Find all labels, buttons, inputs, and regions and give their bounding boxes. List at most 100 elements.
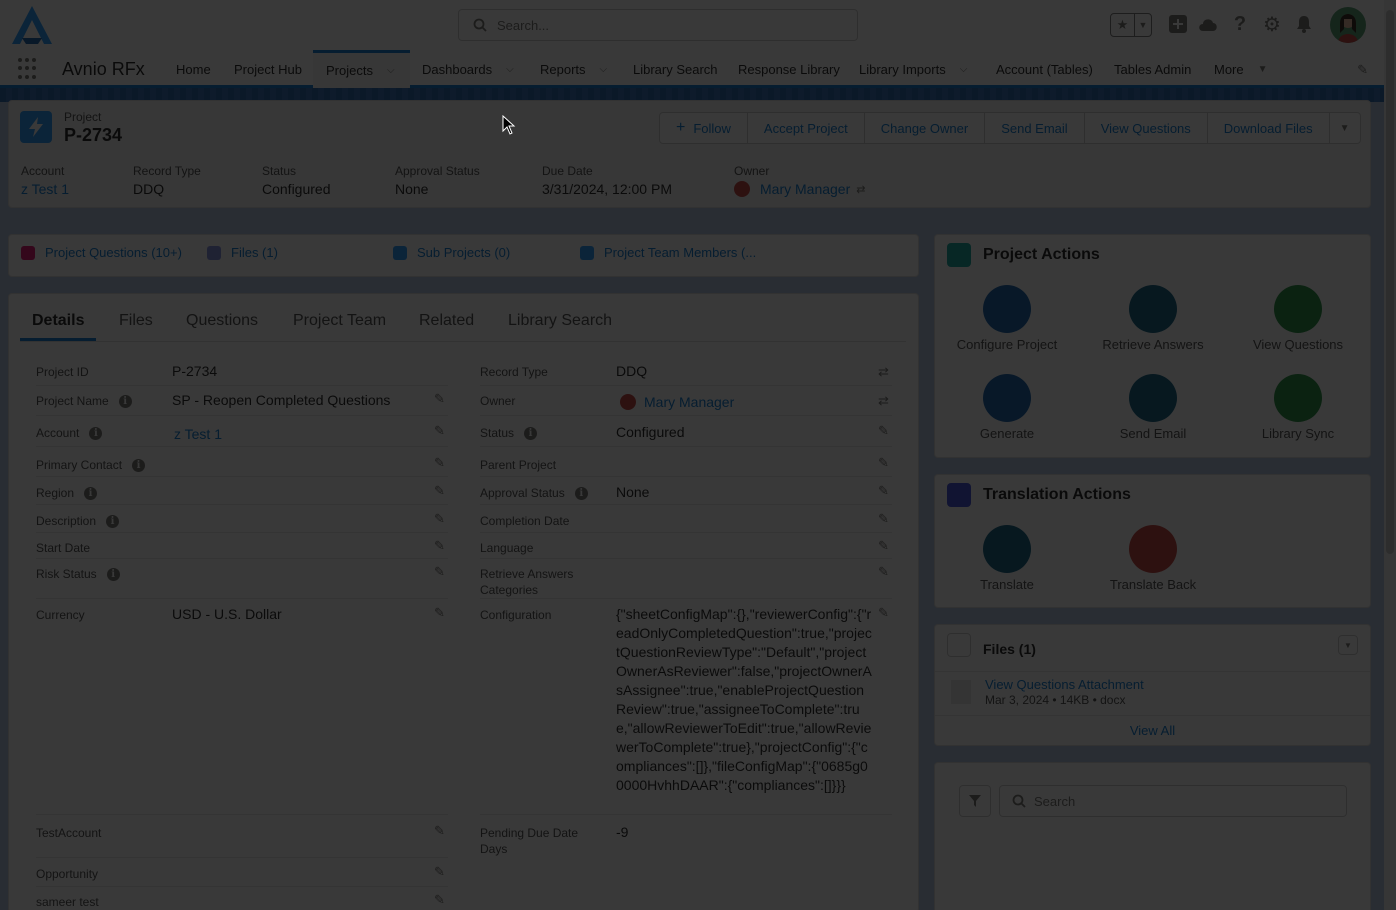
edit-pencil-icon[interactable]: ✎ — [434, 605, 446, 620]
edit-pencil-icon[interactable]: ✎ — [434, 423, 446, 438]
info-icon[interactable]: i — [89, 426, 103, 440]
notification-bell-icon[interactable] — [1292, 12, 1316, 36]
quick-link-files[interactable]: Files (1) — [207, 245, 278, 260]
field-label-description: Description i — [36, 514, 120, 528]
change-record-type-icon[interactable]: ⇄ — [878, 364, 890, 379]
nav-item-dashboards[interactable]: Dashboards ⌵ — [422, 50, 514, 88]
avnio-logo[interactable] — [8, 4, 56, 46]
info-icon[interactable]: i — [106, 514, 120, 528]
info-icon[interactable]: i — [132, 458, 146, 472]
change-owner-button[interactable]: Change Owner — [865, 113, 986, 143]
more-actions-dropdown[interactable]: ▼ — [1330, 113, 1360, 143]
edit-pencil-icon[interactable]: ✎ — [434, 864, 446, 879]
edit-pencil-icon[interactable]: ✎ — [878, 483, 890, 498]
global-search-input[interactable]: Search... — [458, 9, 858, 41]
edit-pencil-icon[interactable]: ✎ — [878, 511, 890, 526]
nav-item-reports[interactable]: Reports ⌵ — [540, 50, 607, 88]
generate-action[interactable]: Generate — [937, 374, 1077, 441]
nav-item-project-hub[interactable]: Project Hub — [234, 50, 302, 88]
tab-library-search[interactable]: Library Search — [508, 312, 612, 330]
info-icon[interactable]: i — [524, 426, 538, 440]
help-icon[interactable]: ? — [1228, 12, 1252, 36]
quick-link-project-team-members[interactable]: Project Team Members (... — [580, 245, 756, 260]
nav-item-library-imports[interactable]: Library Imports ⌵ — [859, 50, 967, 88]
view-questions-button[interactable]: View Questions — [1085, 113, 1208, 143]
tab-project-team[interactable]: Project Team — [293, 312, 386, 330]
tab-questions[interactable]: Questions — [186, 312, 258, 330]
change-owner-icon[interactable]: ⇄ — [856, 183, 865, 196]
configure-project-action[interactable]: Configure Project — [937, 285, 1077, 352]
info-icon[interactable]: i — [574, 486, 588, 500]
info-icon[interactable]: i — [84, 486, 98, 500]
retrieve-answers-action[interactable]: Retrieve Answers — [1083, 285, 1223, 352]
quick-link-project-questions[interactable]: Project Questions (10+) — [21, 245, 182, 260]
app-launcher-icon[interactable] — [18, 58, 40, 80]
file-link-view-questions-attachment[interactable]: View Questions Attachment — [985, 677, 1144, 692]
favorites-button-group[interactable]: ★ ▼ — [1110, 13, 1152, 37]
nav-item-home[interactable]: Home — [176, 50, 211, 88]
file-meta: Mar 3, 2024 • 14KB • docx — [985, 693, 1126, 707]
nav-item-response-library[interactable]: Response Library — [738, 50, 840, 88]
edit-pencil-icon[interactable]: ✎ — [434, 564, 446, 579]
filter-button[interactable] — [959, 785, 991, 817]
edit-pencil-icon[interactable]: ✎ — [434, 391, 446, 406]
filter-search-input[interactable]: Search — [999, 785, 1347, 817]
chevron-down-icon[interactable]: ▼ — [1135, 14, 1151, 36]
chevron-down-icon[interactable]: ⌵ — [506, 64, 514, 75]
edit-pencil-icon[interactable]: ✎ — [878, 605, 890, 620]
edit-pencil-icon[interactable]: ✎ — [434, 538, 446, 553]
highlight-account-value[interactable]: z Test 1 — [21, 181, 69, 197]
library-sync-action[interactable]: Library Sync — [1228, 374, 1368, 441]
send-email-action[interactable]: Send Email — [1083, 374, 1223, 441]
files-card-dropdown[interactable]: ▼ — [1338, 635, 1358, 655]
edit-pencil-icon[interactable]: ✎ — [434, 455, 446, 470]
change-owner-icon[interactable]: ⇄ — [878, 393, 890, 408]
info-icon[interactable]: i — [118, 394, 132, 408]
owner-link[interactable]: Mary Manager — [644, 394, 734, 410]
trailhead-icon[interactable] — [1196, 12, 1220, 36]
translate-back-action[interactable]: Translate Back — [1083, 525, 1223, 592]
translate-action[interactable]: Translate — [937, 525, 1077, 592]
highlight-owner-value[interactable]: Mary Manager — [760, 181, 850, 197]
tab-details[interactable]: Details — [32, 312, 84, 330]
download-files-button[interactable]: Download Files — [1208, 113, 1330, 143]
edit-pencil-icon[interactable]: ✎ — [878, 455, 890, 470]
edit-nav-pencil-icon[interactable]: ✎ — [1357, 62, 1368, 78]
edit-pencil-icon[interactable]: ✎ — [878, 538, 890, 553]
nav-item-tables-admin[interactable]: Tables Admin — [1114, 50, 1191, 88]
field-divider — [480, 814, 892, 815]
nav-item-library-search[interactable]: Library Search — [633, 50, 718, 88]
edit-pencil-icon[interactable]: ✎ — [434, 892, 446, 907]
info-icon[interactable]: i — [106, 567, 120, 581]
edit-pencil-icon[interactable]: ✎ — [878, 564, 890, 579]
gear-icon[interactable]: ⚙ — [1260, 12, 1284, 36]
edit-pencil-icon[interactable]: ✎ — [434, 511, 446, 526]
accept-project-button[interactable]: Accept Project — [748, 113, 865, 143]
edit-pencil-icon[interactable]: ✎ — [434, 823, 446, 838]
files-view-all-link[interactable]: View All — [935, 723, 1370, 738]
follow-button[interactable]: + Follow — [660, 113, 748, 143]
star-icon[interactable]: ★ — [1111, 14, 1135, 36]
edit-pencil-icon[interactable]: ✎ — [434, 483, 446, 498]
nav-item-account-tables[interactable]: Account (Tables) — [996, 50, 1093, 88]
tab-related[interactable]: Related — [419, 312, 474, 330]
quick-link-sub-projects[interactable]: Sub Projects (0) — [393, 245, 510, 260]
user-avatar[interactable] — [1330, 7, 1366, 43]
send-email-button[interactable]: Send Email — [985, 113, 1085, 143]
caret-down-icon[interactable]: ▼ — [1258, 64, 1268, 75]
field-divider — [36, 504, 448, 505]
field-value-account[interactable]: z Test 1 — [174, 426, 222, 442]
project-actions-card: Project Actions Configure Project Retrie… — [934, 234, 1371, 458]
tab-files[interactable]: Files — [119, 312, 153, 330]
record-type-label: Project — [64, 110, 102, 124]
nav-item-more[interactable]: More ▼ — [1214, 50, 1268, 88]
chevron-down-icon[interactable]: ⌵ — [600, 64, 608, 75]
nav-item-projects[interactable]: Projects ⌵ — [313, 50, 410, 88]
field-divider — [36, 385, 448, 386]
view-questions-action[interactable]: View Questions — [1228, 285, 1368, 352]
chevron-down-icon[interactable]: ⌵ — [960, 64, 968, 75]
add-icon[interactable] — [1166, 12, 1190, 36]
chevron-down-icon[interactable]: ⌵ — [387, 65, 395, 76]
edit-pencil-icon[interactable]: ✎ — [878, 423, 890, 438]
page-scrollbar-thumb[interactable] — [1386, 10, 1394, 554]
